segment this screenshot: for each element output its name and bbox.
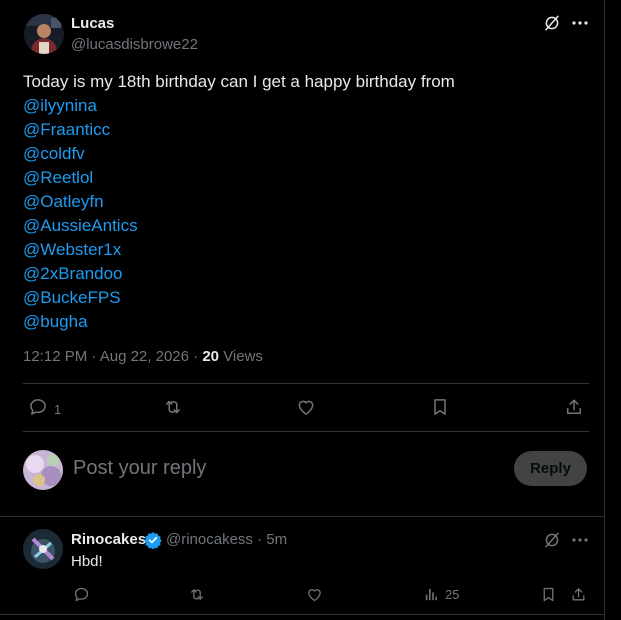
reply-author-avatar-image (23, 529, 63, 569)
reply-count: 1 (54, 402, 62, 417)
reply-views-count: 25 (445, 587, 460, 602)
repost-icon[interactable] (187, 584, 207, 604)
reply-input[interactable]: Post your reply (73, 457, 206, 480)
mention-link[interactable]: @coldfv (23, 142, 583, 166)
divider (23, 431, 589, 432)
repost-icon[interactable] (161, 396, 185, 418)
like-icon[interactable] (295, 396, 317, 418)
post-metadata: 12:12 PM · Aug 22, 2026 · 20 Views (23, 348, 263, 365)
divider (23, 383, 589, 384)
author-handle[interactable]: @lucasdisbrowe22 (71, 36, 198, 53)
bookmark-icon[interactable] (538, 584, 558, 604)
reply-icon[interactable] (71, 584, 91, 604)
divider (0, 516, 605, 517)
post-date[interactable]: Aug 22, 2026 (100, 348, 189, 365)
grok-icon[interactable] (541, 12, 563, 34)
post-time[interactable]: 12:12 PM (23, 348, 87, 365)
mention-link[interactable]: @BuckeFPS (23, 286, 583, 310)
post-text-intro: Today is my 18th birthday can I get a ha… (23, 72, 455, 91)
share-icon[interactable] (563, 396, 585, 418)
grok-icon[interactable] (541, 529, 563, 551)
current-user-avatar[interactable] (23, 450, 63, 490)
analytics-icon[interactable] (421, 584, 441, 604)
like-icon[interactable] (304, 584, 324, 604)
more-icon[interactable] (569, 12, 591, 34)
mention-link[interactable]: @AussieAntics (23, 214, 583, 238)
reply-author-name[interactable]: Rinocakes (71, 531, 146, 548)
mention-link[interactable]: @Fraanticc (23, 118, 583, 142)
mention-link[interactable]: @Oatleyfn (23, 190, 583, 214)
scrollbar[interactable] (605, 0, 621, 620)
post-text: Today is my 18th birthday can I get a ha… (23, 70, 583, 334)
reply-text: Hbd! (71, 553, 103, 570)
reply-icon[interactable] (27, 396, 49, 418)
current-user-avatar-image (23, 450, 63, 490)
author-name[interactable]: Lucas (71, 15, 114, 32)
mention-link[interactable]: @Webster1x (23, 238, 583, 262)
bookmark-icon[interactable] (429, 396, 451, 418)
more-icon[interactable] (569, 529, 591, 551)
verified-badge-icon (144, 531, 162, 549)
author-avatar-image (24, 14, 64, 54)
divider (0, 614, 605, 615)
mention-link[interactable]: @ilyynina (23, 94, 583, 118)
reply-time[interactable]: 5m (266, 531, 287, 548)
mention-link[interactable]: @Reetlol (23, 166, 583, 190)
mention-link[interactable]: @bugha (23, 310, 583, 334)
views-label: Views (223, 348, 263, 365)
author-avatar[interactable] (24, 14, 64, 54)
reply-author-handle[interactable]: @rinocakess (166, 531, 253, 548)
post-detail-panel: Lucas @lucasdisbrowe22 Today is my 18th … (0, 0, 605, 620)
reply-author-avatar[interactable] (23, 529, 63, 569)
mention-link[interactable]: @2xBrandoo (23, 262, 583, 286)
views-count: 20 (202, 348, 220, 365)
reply-button[interactable]: Reply (514, 451, 587, 486)
share-icon[interactable] (568, 584, 588, 604)
reply-author-handle-line: @rinocakess · 5m (166, 531, 288, 548)
